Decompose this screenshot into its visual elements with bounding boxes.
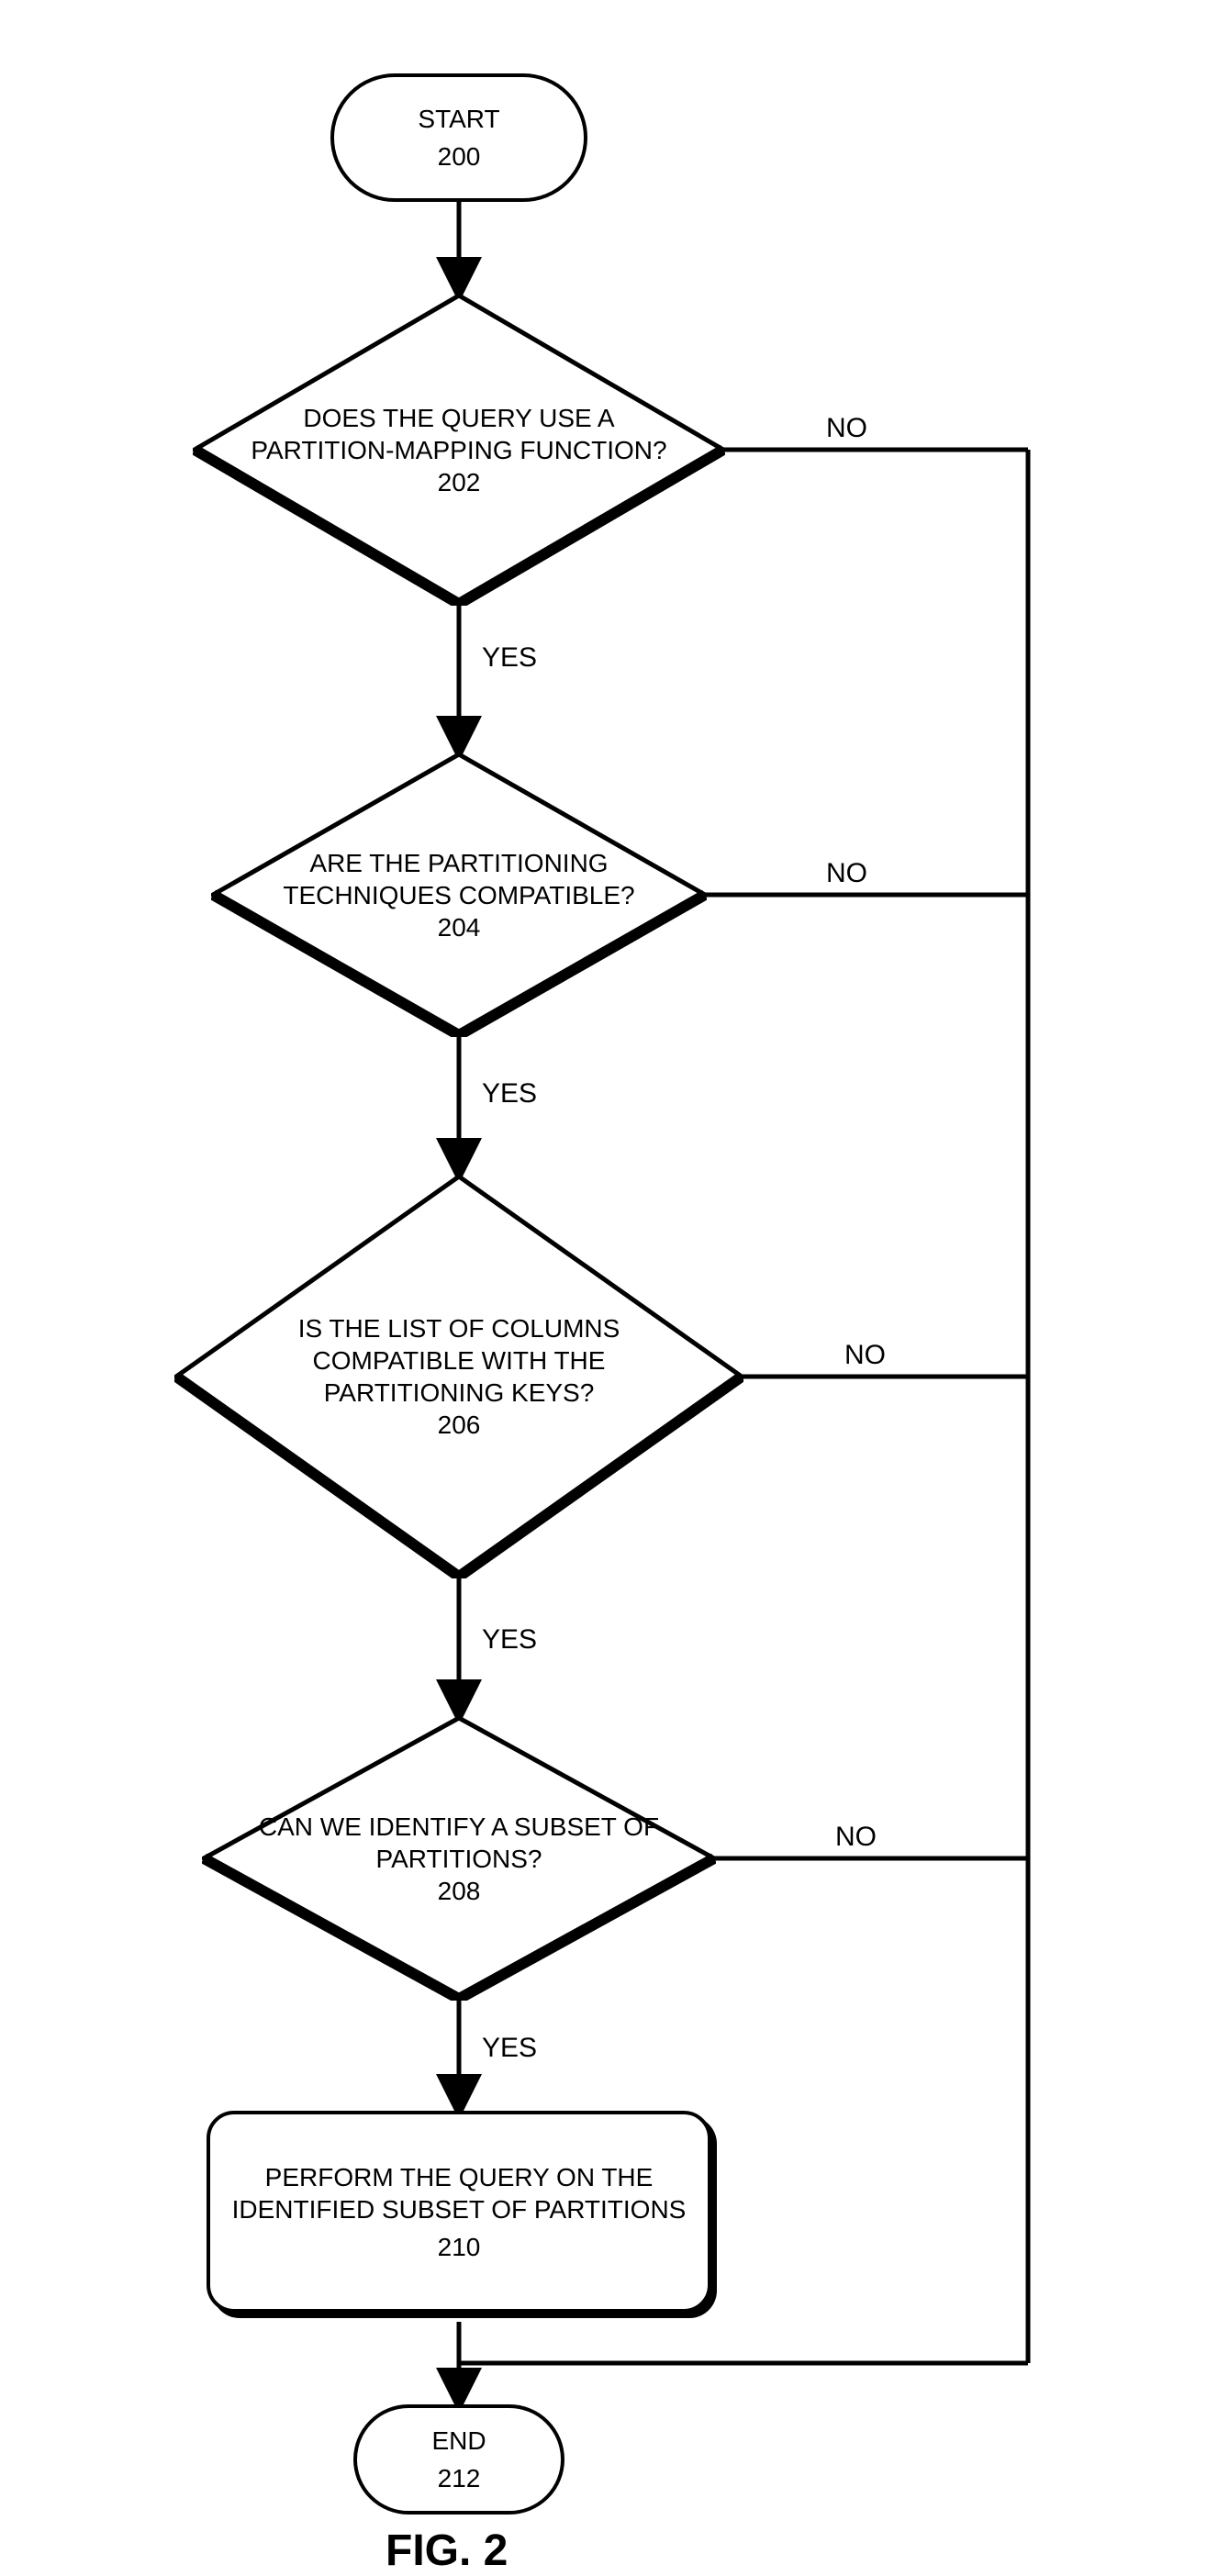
decision-204-label: ARE THE PARTITIONING TECHNIQUES COMPATIB… — [266, 847, 652, 911]
decision-202: DOES THE QUERY USE A PARTITION-MAPPING F… — [193, 294, 725, 606]
edge-yes-202: YES — [482, 642, 537, 674]
decision-206-label: IS THE LIST OF COLUMNS COMPATIBLE WITH T… — [229, 1312, 688, 1409]
decision-208-ref: 208 — [438, 1875, 481, 1907]
decision-206: IS THE LIST OF COLUMNS COMPATIBLE WITH T… — [174, 1175, 743, 1578]
terminator-start: START 200 — [330, 73, 587, 202]
start-label: START — [418, 103, 499, 135]
figure-caption: FIG. 2 — [386, 2526, 508, 2576]
start-ref: 200 — [438, 140, 481, 173]
decision-204-ref: 204 — [438, 911, 481, 943]
end-label: END — [431, 2425, 486, 2457]
edge-no-202: NO — [826, 413, 867, 444]
edge-no-208: NO — [835, 1822, 877, 1853]
decision-206-ref: 206 — [438, 1409, 481, 1441]
terminator-end: END 212 — [353, 2404, 564, 2515]
decision-204: ARE THE PARTITIONING TECHNIQUES COMPATIB… — [211, 753, 707, 1037]
edge-yes-204: YES — [482, 1078, 537, 1110]
edge-no-206: NO — [844, 1340, 886, 1371]
edge-yes-208: YES — [482, 2033, 537, 2064]
end-ref: 212 — [438, 2462, 481, 2494]
process-210-ref: 210 — [438, 2231, 481, 2263]
decision-202-label: DOES THE QUERY USE A PARTITION-MAPPING F… — [248, 402, 670, 466]
process-210: PERFORM THE QUERY ON THE IDENTIFIED SUBS… — [207, 2111, 711, 2313]
decision-202-ref: 202 — [438, 466, 481, 498]
process-210-label: PERFORM THE QUERY ON THE IDENTIFIED SUBS… — [210, 2161, 708, 2225]
edge-yes-206: YES — [482, 1624, 537, 1656]
edge-no-204: NO — [826, 858, 867, 889]
decision-208-label: CAN WE IDENTIFY A SUBSET OF PARTITIONS? — [257, 1811, 661, 1875]
decision-208: CAN WE IDENTIFY A SUBSET OF PARTITIONS? … — [202, 1716, 716, 2001]
